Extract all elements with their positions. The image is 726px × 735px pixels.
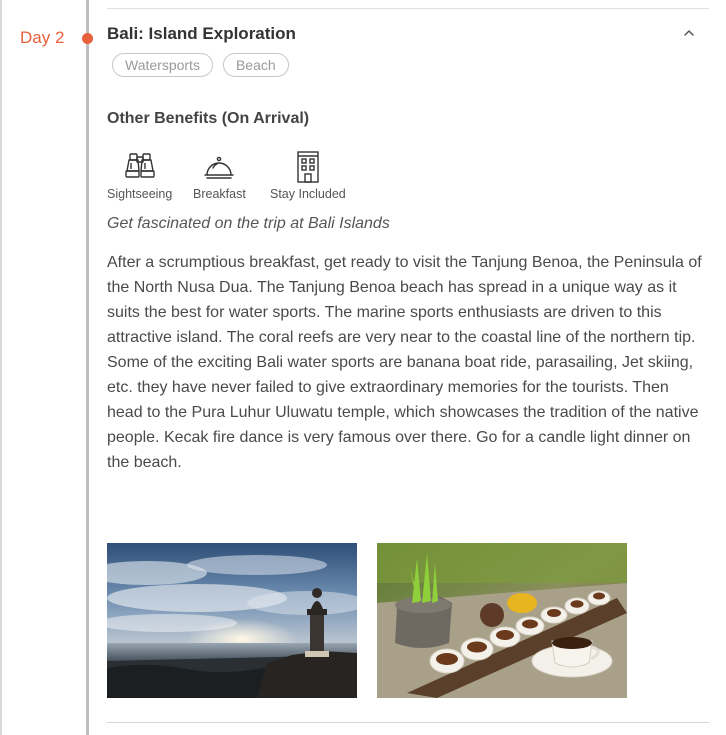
tag-list: Watersports Beach (112, 53, 289, 77)
benefit-label: Breakfast (193, 187, 246, 201)
day-title: Bali: Island Exploration (107, 24, 296, 43)
benefit-label: Sightseeing (107, 187, 173, 201)
benefit-stay-included: Stay Included (270, 151, 346, 201)
tag-watersports[interactable]: Watersports (112, 53, 213, 77)
day-subtitle: Get fascinated on the trip at Bali Islan… (107, 215, 390, 232)
hotel-building-icon (291, 151, 325, 183)
chevron-up-icon (684, 30, 694, 36)
cloche-icon (202, 151, 236, 183)
day-label: Day 2 (20, 28, 65, 47)
timeline-line (86, 0, 89, 735)
left-border (0, 0, 2, 735)
benefit-sightseeing: Sightseeing (107, 151, 172, 201)
divider-top (107, 8, 709, 9)
divider-bottom (107, 722, 709, 723)
benefit-breakfast: Breakfast (193, 151, 246, 201)
coffee-tasting-photo[interactable] (377, 543, 627, 698)
timeline-dot (82, 33, 93, 44)
beach-temple-photo[interactable] (107, 543, 357, 698)
collapse-button[interactable] (677, 22, 701, 44)
binoculars-icon (123, 151, 157, 183)
benefit-label: Stay Included (270, 187, 346, 201)
day-description: After a scrumptious breakfast, get ready… (107, 254, 702, 471)
benefits-heading: Other Benefits (On Arrival) (107, 110, 310, 127)
tag-beach[interactable]: Beach (222, 53, 289, 77)
